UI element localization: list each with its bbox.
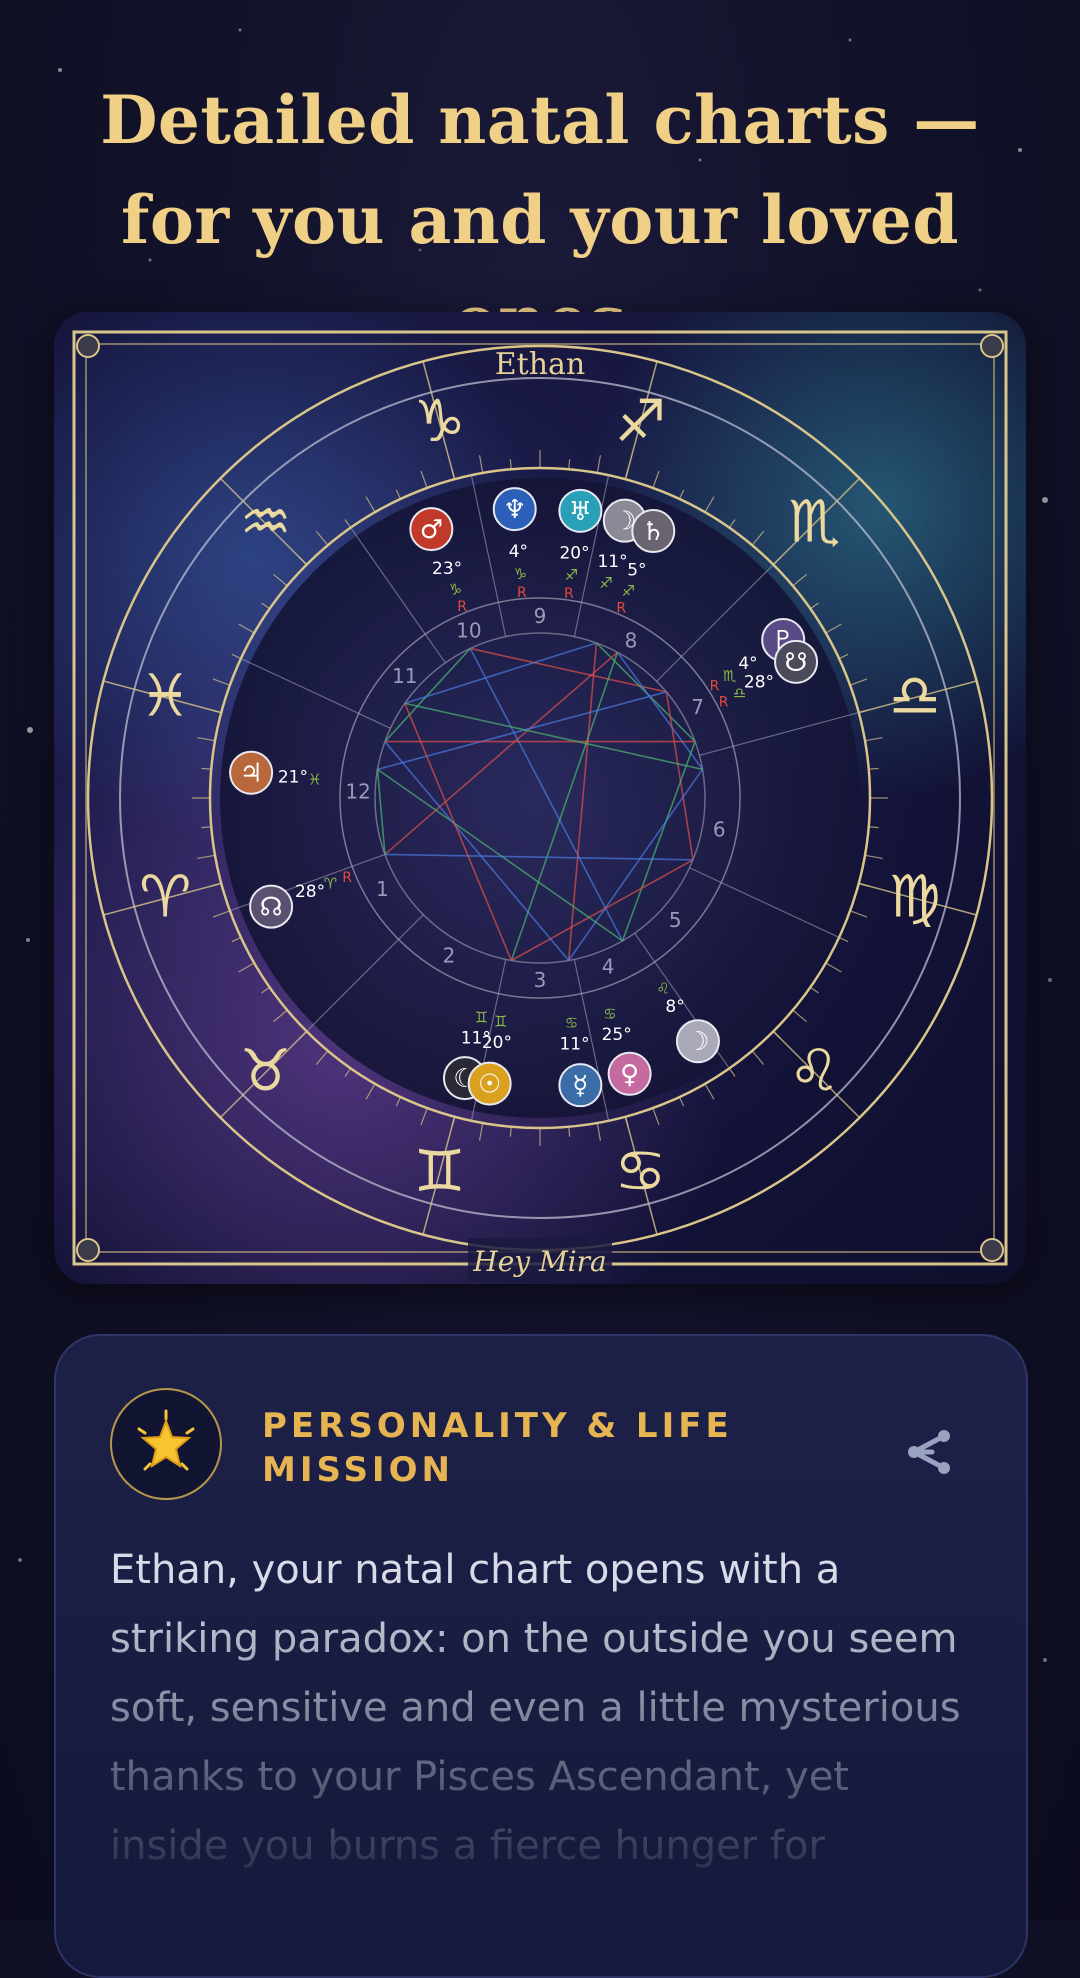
planet-glyph: ♀ [620,1060,639,1090]
planet-degree: 8° [665,997,684,1017]
retrograde-marker: R [517,585,527,601]
planet-sign: ♐ [565,566,578,584]
planet-sign: ♈ [324,875,337,893]
zodiac-sign-glyph: ♉ [240,1036,292,1104]
zodiac-sign-glyph: ♒ [240,488,292,556]
house-number: 5 [669,908,682,932]
star-icon [137,1409,195,1471]
natal-chart-wheel: ♑ ♐♏♎♍♌♋♊♉♈♓♒123456789101112♂23°♑R♆4°♑R♅2… [54,312,1026,1284]
planet-glyph: ♄ [642,517,665,547]
zodiac-sign-glyph: ♈ [139,862,191,930]
planet-sign: ♓ [308,770,321,788]
house-number: 4 [602,955,615,979]
zodiac-sign-glyph: ♎ [889,662,941,730]
house-number: 3 [534,968,547,992]
frame-corner-ornament [76,334,100,358]
zodiac-sign-glyph: ♓ [139,662,191,730]
planet-sign: ♑ [514,565,527,583]
planet-degree: 28° [744,673,774,693]
planet-glyph: ♂ [420,515,443,545]
planet-degree: 11° [559,1035,589,1055]
house-number: 11 [392,664,417,688]
retrograde-marker: R [457,599,467,615]
planet-glyph: ♅ [569,497,592,527]
zodiac-sign-glyph: ♋ [614,1137,666,1205]
planet-sign: ♊ [475,1008,488,1026]
house-number: 1 [376,877,389,901]
house-number: 8 [625,628,638,652]
house-number: 7 [691,695,704,719]
frame-corner-ornament [980,334,1004,358]
planet-glyph: ☉ [478,1070,501,1100]
zodiac-sign-glyph: ♊ [414,1137,466,1205]
planet-glyph: ♆ [503,495,526,525]
retrograde-marker: R [616,601,626,617]
planet-degree: 5° [627,561,646,581]
planet-degree: 11° [597,552,627,572]
share-icon [908,1430,950,1474]
share-button[interactable] [902,1424,958,1480]
retrograde-marker: R [719,694,729,710]
planet-degree: 25° [602,1025,632,1045]
planet-sign: ♐ [599,574,612,592]
planet-degree: 4° [738,654,757,674]
planet-glyph: ☿ [572,1071,588,1101]
zodiac-sign-glyph: ♍ [889,862,941,930]
planet-degree: 4° [509,542,528,562]
planet-sign: ♊ [494,1013,507,1031]
planet-sign: ♌ [656,980,669,998]
zodiac-sign-glyph: ♐ [614,387,666,455]
planet-sign: ♋ [565,1014,578,1032]
frame-corner-ornament [76,1238,100,1262]
planet-sign: ♋ [603,1005,616,1023]
planet-degree: 28° [295,882,325,902]
planet-glyph: ☊ [260,893,283,923]
house-number: 9 [534,604,547,628]
section-title: PERSONALITY & LIFE MISSION [262,1406,733,1490]
natal-chart-card[interactable]: ♑ ♐ ♏ ♎ ♍ ♌ ♋ ♊ ♉ ♈ ♓ ♒ 1 2 3 4 5 6 7 8 9 10 11 12 ♂ 23° ♑ R ♆ 4° ♑ R ♅ 2… [54,312,1026,1284]
chart-person-name: Ethan [495,347,585,382]
retrograde-marker: R [710,679,720,695]
planet-sign: ♏ [723,667,737,685]
reading-card[interactable]: PERSONALITY & LIFE MISSION Ethan, your n… [54,1334,1028,1978]
house-number: 6 [713,818,726,842]
planet-degree: 20° [482,1033,512,1053]
retrograde-marker: R [564,586,574,602]
planet-glyph: ♃ [239,759,262,789]
house-number: 2 [443,944,456,968]
planet-glyph: ☋ [785,648,808,678]
zodiac-sign-glyph: ♑ [414,387,466,455]
zodiac-sign-glyph: ♏ [788,488,840,556]
planet-sign: ♑ [449,580,462,598]
zodiac-sign-glyph: ♌ [788,1036,840,1104]
planet-glyph: ☽ [686,1027,709,1057]
text-fade-overlay [56,1586,1026,1976]
planet-degree: 20° [559,543,589,563]
house-number: 10 [456,618,481,642]
planet-degree: 21° [278,767,308,787]
planet-sign: ♎ [733,684,746,702]
frame-corner-ornament [980,1238,1004,1262]
chart-footer-label: Hey Mira [472,1245,606,1278]
retrograde-marker: R [342,870,352,886]
section-badge [110,1388,222,1500]
planet-sign: ♐ [622,582,635,600]
planet-degree: 23° [432,559,462,579]
house-number: 12 [345,780,370,804]
